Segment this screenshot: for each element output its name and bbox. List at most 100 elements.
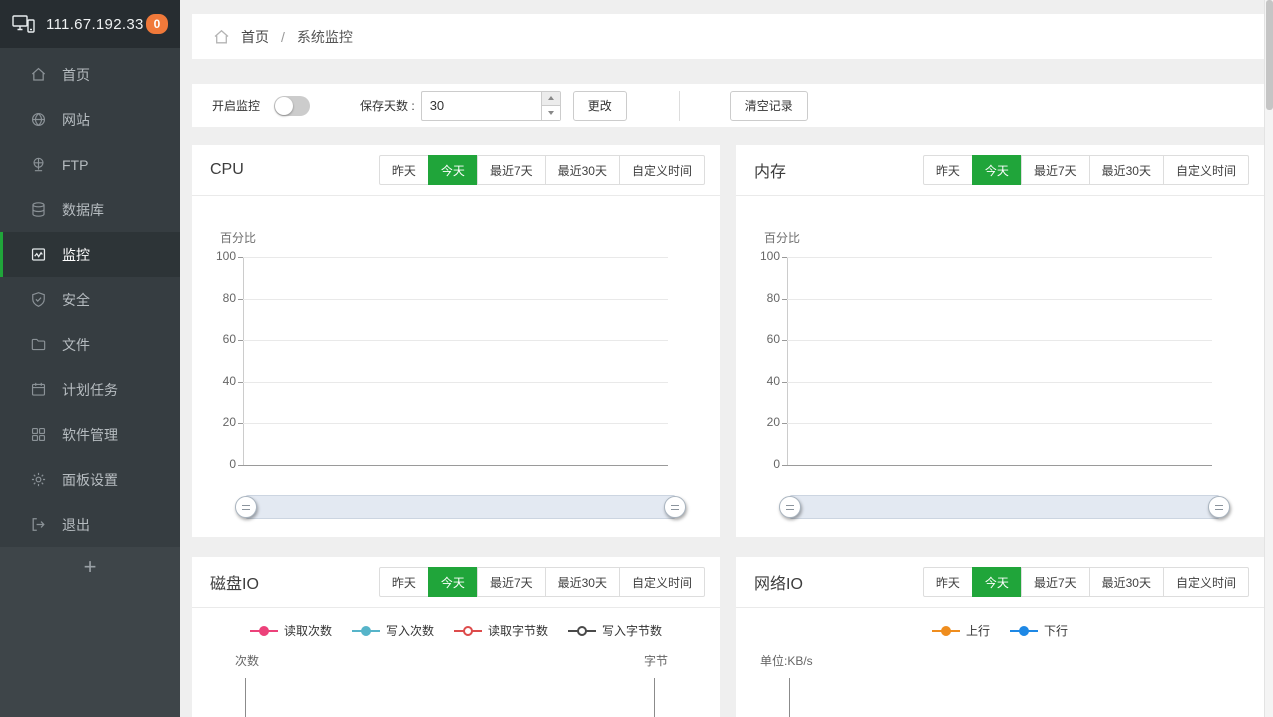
disk-io-panel: 磁盘IO 昨天今天最近7天最近30天自定义时间 读取次数写入次数读取字节数写入字… [192,557,720,717]
legend-item[interactable]: 上行 [932,622,990,639]
sidebar-item-files[interactable]: 文件 [0,322,180,367]
sidebar-item-monitor[interactable]: 监控 [0,232,180,277]
axis-tick [238,299,243,300]
time-range-button[interactable]: 昨天 [379,155,429,185]
y-axis-tick-label: 40 [738,374,780,388]
logout-icon [30,516,47,533]
legend-item[interactable]: 读取次数 [250,622,332,639]
legend-item[interactable]: 写入字节数 [568,622,662,639]
sidebar-item-label: 计划任务 [62,380,118,400]
time-range-button[interactable]: 最近7天 [477,567,546,597]
network-io-panel: 网络IO 昨天今天最近7天最近30天自定义时间 上行下行 单位:KB/s [736,557,1264,717]
sidebar-item-label: 安全 [62,290,90,310]
sidebar-item-label: 软件管理 [62,425,118,445]
add-shortcut-button[interactable]: + [0,547,180,587]
sidebar-item-logout[interactable]: 退出 [0,502,180,547]
disk-left-axis-label: 次数 [235,652,259,669]
memory-panel-title: 内存 [754,158,786,182]
network-io-panel-title: 网络IO [754,570,803,594]
sidebar-item-database[interactable]: 数据库 [0,187,180,232]
sidebar-item-ftp[interactable]: FTP [0,142,180,187]
time-range-button[interactable]: 今天 [428,155,478,185]
sidebar-item-label: 网站 [62,110,90,130]
sidebar-item-software[interactable]: 软件管理 [0,412,180,457]
time-range-button[interactable]: 昨天 [923,155,973,185]
time-range-button[interactable]: 最近30天 [545,155,620,185]
toggle-knob [275,97,293,115]
scrollbar-thumb[interactable] [1266,0,1273,110]
time-range-button[interactable]: 自定义时间 [619,567,705,597]
y-axis-tick-label: 20 [194,415,236,429]
y-axis-tick-label: 0 [738,457,780,471]
monitor-toggle-label: 开启监控 [212,97,260,114]
time-range-button[interactable]: 最近30天 [1089,155,1164,185]
sidebar-item-label: 面板设置 [62,470,118,490]
gear-icon [30,471,47,488]
axis-tick [782,423,787,424]
sidebar-item-label: 退出 [62,515,90,535]
y-axis-tick-label: 60 [738,332,780,346]
spinner-down-button[interactable] [542,106,560,120]
datazoom-right-handle[interactable] [664,496,686,518]
cpu-plot-area [243,257,668,465]
sidebar-item-settings[interactable]: 面板设置 [0,457,180,502]
time-range-button[interactable]: 昨天 [379,567,429,597]
time-range-button[interactable]: 最近30天 [1089,567,1164,597]
sidebar-item-home[interactable]: 首页 [0,52,180,97]
server-ip: 111.67.192.33 [46,16,146,33]
ftp-icon [30,156,47,173]
legend-label: 读取字节数 [488,622,548,639]
disk-io-chart: 读取次数写入次数读取字节数写入字节数 次数 字节 [192,608,720,717]
disk-time-range-group: 昨天今天最近7天最近30天自定义时间 [379,567,705,597]
gridline [787,299,1212,300]
y-axis-tick-label: 20 [738,415,780,429]
gridline [243,423,668,424]
memory-plot-area [787,257,1212,465]
datazoom-right-handle[interactable] [1208,496,1230,518]
breadcrumb-home-link[interactable]: 首页 [241,27,269,47]
time-range-button[interactable]: 自定义时间 [1163,155,1249,185]
time-range-button[interactable]: 今天 [972,155,1022,185]
datazoom-left-handle[interactable] [779,496,801,518]
sidebar-header: 111.67.192.33 0 [0,0,180,48]
legend-item[interactable]: 读取字节数 [454,622,548,639]
save-days-input[interactable] [421,91,561,121]
home-icon[interactable] [212,28,231,46]
time-range-button[interactable]: 最近7天 [1021,567,1090,597]
sidebar-item-sites[interactable]: 网站 [0,97,180,142]
legend-item[interactable]: 写入次数 [352,622,434,639]
sidebar-footer: + [0,547,180,717]
legend-item[interactable]: 下行 [1010,622,1068,639]
sidebar-item-security[interactable]: 安全 [0,277,180,322]
sidebar-item-label: 首页 [62,65,90,85]
monitor-toggle-switch[interactable] [274,96,310,116]
message-count-badge[interactable]: 0 [146,14,168,34]
cpu-y-axis-title: 百分比 [220,229,256,246]
monitor-icon [30,246,47,263]
time-range-button[interactable]: 今天 [972,567,1022,597]
time-range-button[interactable]: 自定义时间 [1163,567,1249,597]
change-button[interactable]: 更改 [573,91,627,121]
cpu-datazoom-slider[interactable] [245,495,676,519]
clear-records-button[interactable]: 清空记录 [730,91,808,121]
time-range-button[interactable]: 最近7天 [477,155,546,185]
memory-datazoom-slider[interactable] [789,495,1220,519]
legend-marker [1010,626,1038,636]
spinner-up-button[interactable] [542,92,560,107]
legend-label: 写入次数 [386,622,434,639]
y-axis-tick-label: 60 [194,332,236,346]
time-range-button[interactable]: 今天 [428,567,478,597]
sidebar-item-cron[interactable]: 计划任务 [0,367,180,412]
y-axis-tick-label: 40 [194,374,236,388]
time-range-button[interactable]: 自定义时间 [619,155,705,185]
cpu-chart: 百分比 100806040200 [192,196,720,537]
network-time-range-group: 昨天今天最近7天最近30天自定义时间 [923,567,1249,597]
time-range-button[interactable]: 昨天 [923,567,973,597]
datazoom-left-handle[interactable] [235,496,257,518]
network-io-legend: 上行 下行 [736,622,1264,639]
apps-icon [30,426,47,443]
time-range-button[interactable]: 最近30天 [545,567,620,597]
page-scrollbar[interactable] [1264,0,1273,717]
sidebar-item-label: 监控 [62,245,90,265]
time-range-button[interactable]: 最近7天 [1021,155,1090,185]
